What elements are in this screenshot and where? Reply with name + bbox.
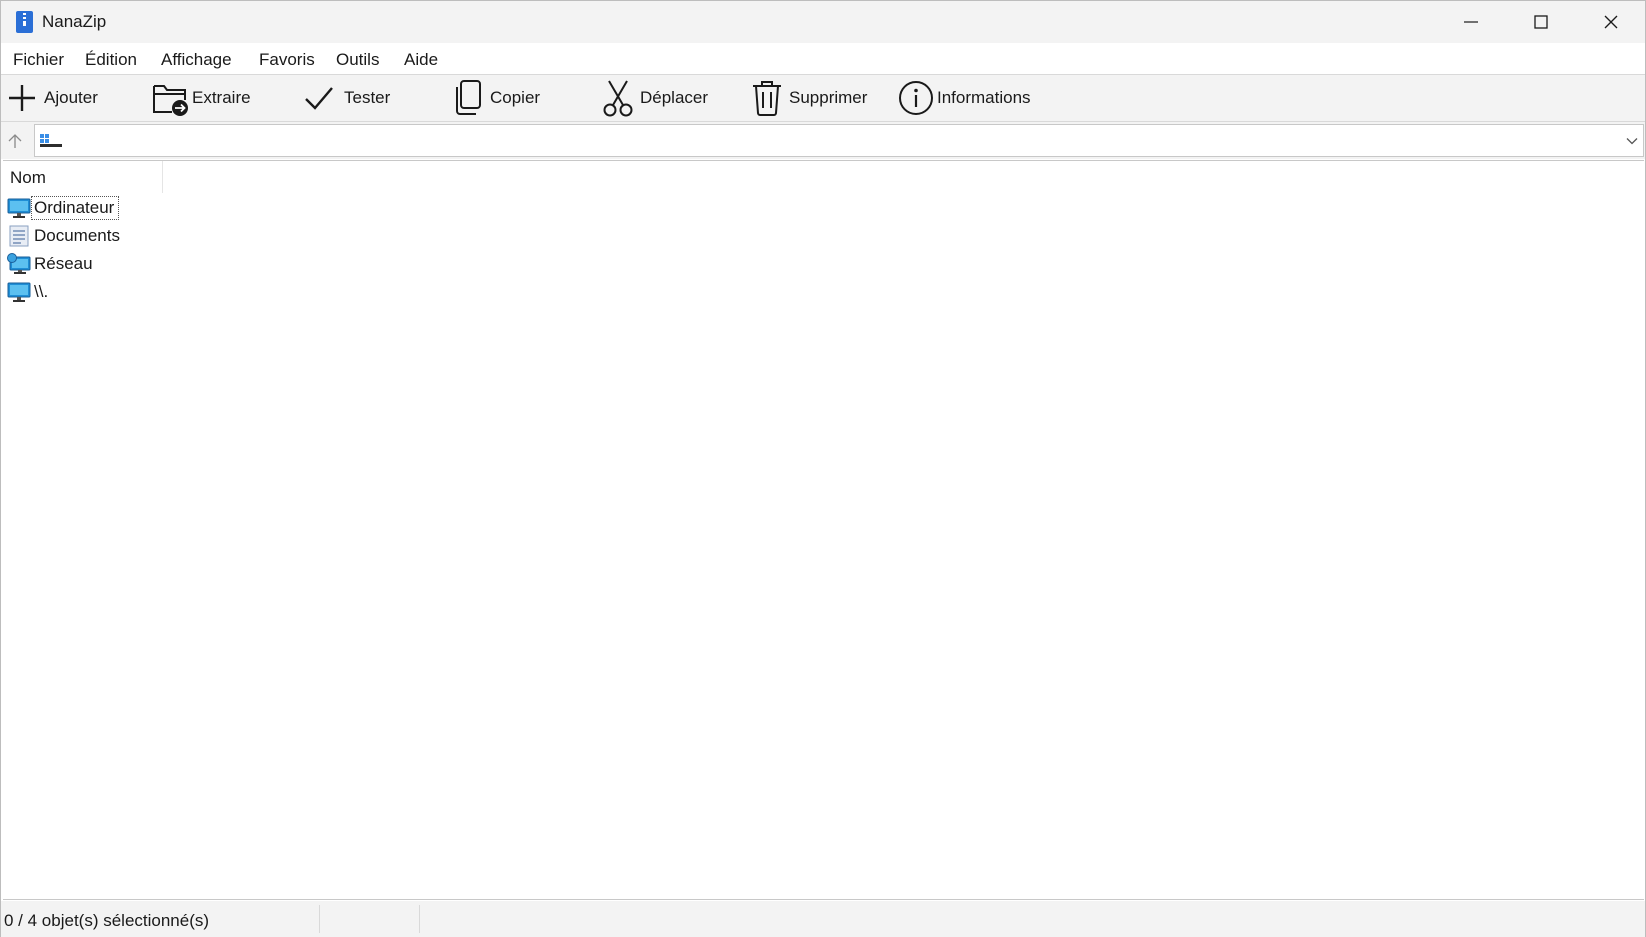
arrow-up-icon xyxy=(8,134,22,148)
list-item-label: \\. xyxy=(34,281,49,301)
copy-icon xyxy=(456,80,481,115)
menu-affichage[interactable]: Affichage xyxy=(161,50,232,70)
network-icon xyxy=(7,252,31,274)
extract-button[interactable]: Extraire xyxy=(152,78,251,118)
computer-icon xyxy=(7,282,31,302)
minimize-button[interactable] xyxy=(1436,1,1506,43)
list-item-documents[interactable]: Documents xyxy=(7,222,124,249)
close-icon xyxy=(1604,15,1618,29)
up-folder-button[interactable] xyxy=(4,130,26,152)
list-item-label: Réseau xyxy=(34,253,93,273)
list-item-label: Ordinateur xyxy=(30,195,120,220)
extract-button-label: Extraire xyxy=(192,88,251,107)
test-button[interactable]: Tester xyxy=(303,78,390,118)
menu-bar: Fichier Édition Affichage Favoris Outils… xyxy=(1,43,1645,75)
close-button[interactable] xyxy=(1576,1,1646,43)
menu-edition[interactable]: Édition xyxy=(85,50,137,70)
status-panel-2 xyxy=(320,905,420,933)
menu-aide[interactable]: Aide xyxy=(404,50,438,70)
list-item-ordinateur[interactable]: Ordinateur xyxy=(7,194,120,221)
path-combobox[interactable] xyxy=(34,124,1644,157)
status-bar: 0 / 4 objet(s) sélectionné(s) xyxy=(1,901,1645,937)
info-icon xyxy=(899,81,933,115)
add-button-label: Ajouter xyxy=(44,88,98,107)
delete-button-label: Supprimer xyxy=(789,88,868,107)
nanazip-app-icon xyxy=(16,11,33,33)
info-button[interactable]: Informations xyxy=(898,78,1031,118)
app-window: NanaZip Fichier Édition Affichage Favori… xyxy=(0,0,1646,937)
computer-root-icon xyxy=(40,134,62,147)
menu-outils[interactable]: Outils xyxy=(336,50,379,70)
list-item-local-path[interactable]: \\. xyxy=(7,278,52,305)
scissors-icon xyxy=(603,80,633,117)
trash-icon xyxy=(753,81,781,116)
copy-button-label: Copier xyxy=(490,88,541,107)
add-button[interactable]: Ajouter xyxy=(6,78,98,118)
copy-button[interactable]: Copier xyxy=(453,78,540,118)
maximize-icon xyxy=(1534,15,1548,29)
file-list[interactable]: Nom Ordinateur Documents Réseau \\. xyxy=(3,160,1644,900)
extract-icon xyxy=(153,85,188,116)
list-item-reseau[interactable]: Réseau xyxy=(7,250,97,277)
list-item-label: Documents xyxy=(34,225,120,245)
toolbar: Ajouter Extraire Tester Copier Déplacer … xyxy=(1,75,1645,122)
status-panel-3 xyxy=(420,905,1644,933)
move-button-label: Déplacer xyxy=(640,88,709,107)
title-bar[interactable]: NanaZip xyxy=(1,1,1645,43)
column-header-label: Nom xyxy=(10,168,46,187)
checkmark-icon xyxy=(305,87,333,110)
address-bar xyxy=(1,122,1645,159)
add-icon xyxy=(9,85,35,111)
chevron-down-icon[interactable] xyxy=(1625,134,1639,148)
move-button[interactable]: Déplacer xyxy=(601,78,708,118)
delete-button[interactable]: Supprimer xyxy=(751,78,867,118)
menu-fichier[interactable]: Fichier xyxy=(13,50,64,70)
maximize-button[interactable] xyxy=(1506,1,1576,43)
test-button-label: Tester xyxy=(344,88,391,107)
status-panel-selection: 0 / 4 objet(s) sélectionné(s) xyxy=(1,905,320,933)
window-title: NanaZip xyxy=(42,12,107,31)
info-button-label: Informations xyxy=(937,88,1031,107)
menu-favoris[interactable]: Favoris xyxy=(259,50,315,70)
computer-icon xyxy=(7,198,31,218)
documents-icon xyxy=(9,225,29,246)
status-selection-text: 0 / 4 objet(s) sélectionné(s) xyxy=(4,911,210,930)
column-header-name[interactable]: Nom xyxy=(3,161,163,193)
minimize-icon xyxy=(1464,21,1478,23)
